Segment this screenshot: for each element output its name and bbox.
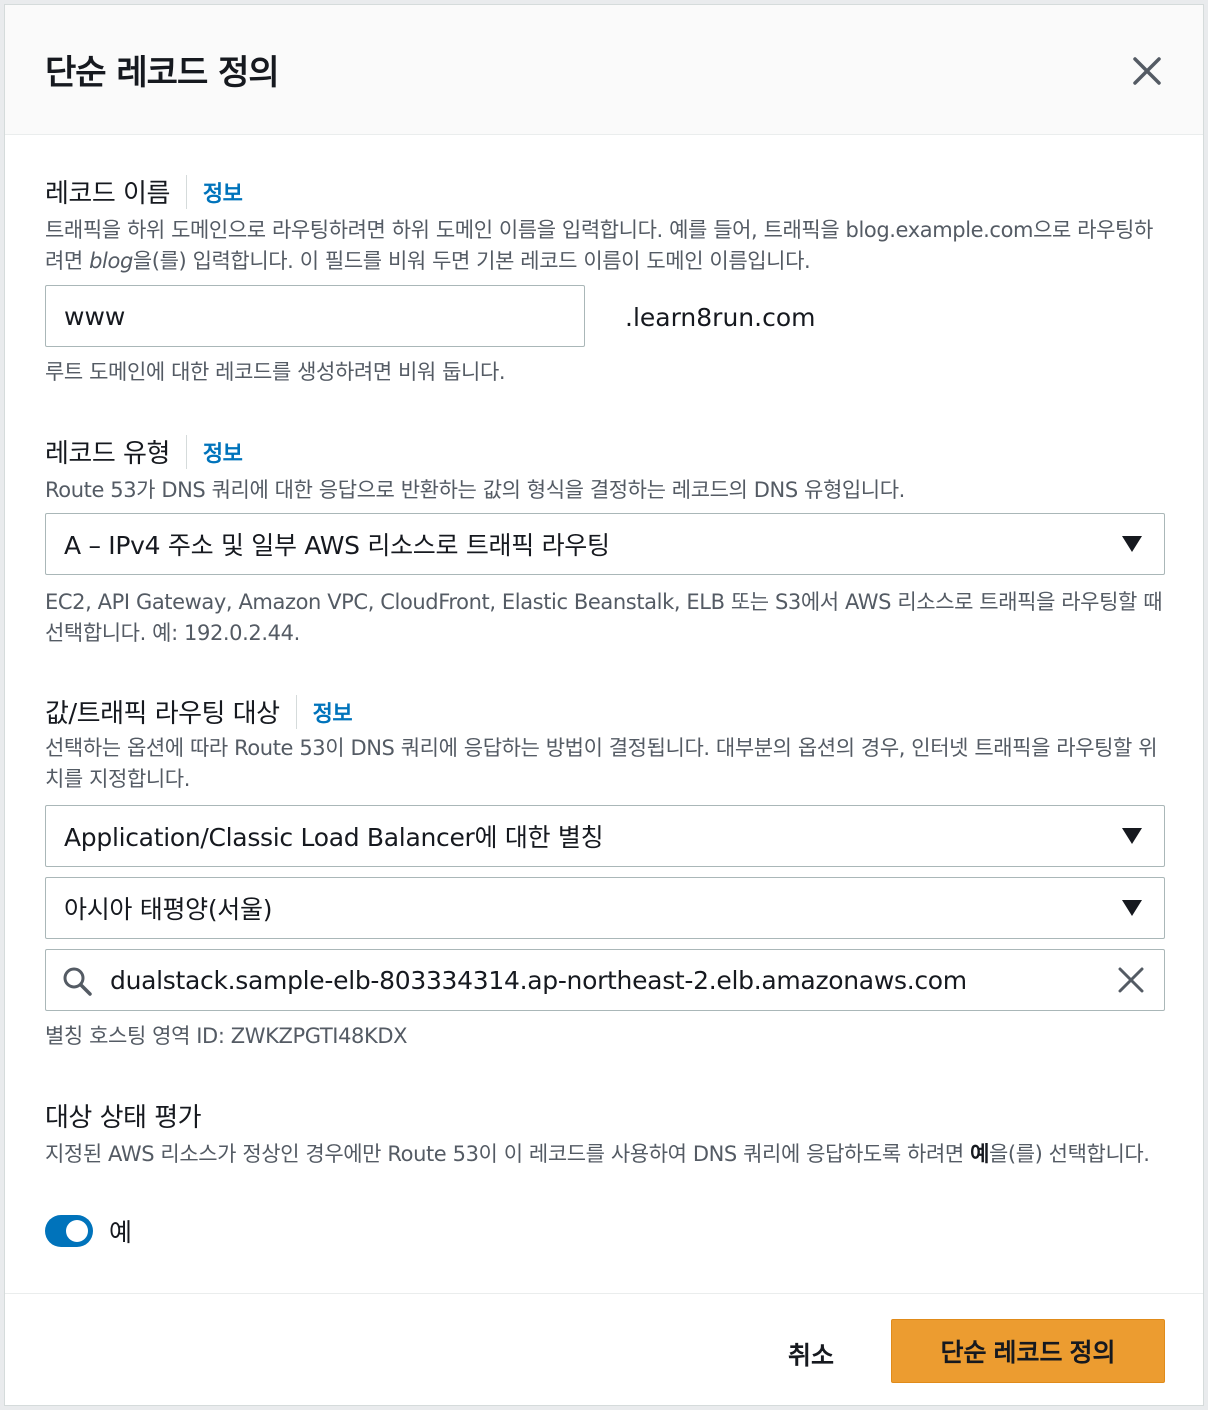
region-select[interactable]: 아시아 태평양(서울) bbox=[45, 877, 1165, 939]
divider bbox=[185, 434, 187, 469]
routing-target-label: 값/트래픽 라우팅 대상 정보 bbox=[45, 693, 353, 730]
domain-suffix: .learn8run.com bbox=[625, 303, 816, 332]
caret-down-icon bbox=[1122, 900, 1142, 916]
search-icon bbox=[63, 967, 92, 996]
cancel-button[interactable]: 취소 bbox=[763, 1323, 859, 1385]
define-simple-record-modal: 단순 레코드 정의 레코드 이름 정보 트래픽을 하위 도메인으로 라우팅하려면… bbox=[4, 4, 1204, 1406]
record-name-description: 트래픽을 하위 도메인으로 라우팅하려면 하위 도메인 이름을 입력합니다. 예… bbox=[45, 218, 1153, 273]
close-icon[interactable] bbox=[1127, 51, 1167, 91]
target-health-toggle[interactable] bbox=[45, 1215, 93, 1247]
toggle-knob bbox=[66, 1220, 88, 1242]
caret-down-icon bbox=[1122, 536, 1142, 552]
modal-title: 단순 레코드 정의 bbox=[45, 53, 280, 93]
record-name-info-link[interactable]: 정보 bbox=[203, 176, 243, 208]
divider bbox=[295, 694, 297, 729]
target-health-toggle-label: 예 bbox=[109, 1218, 133, 1247]
record-type-info-link[interactable]: 정보 bbox=[203, 436, 243, 468]
define-simple-record-button[interactable]: 단순 레코드 정의 bbox=[891, 1319, 1165, 1383]
record-type-hint: EC2, API Gateway, Amazon VPC, CloudFront… bbox=[45, 590, 1163, 645]
routing-target-info-link[interactable]: 정보 bbox=[313, 696, 353, 728]
target-health-label: 대상 상태 평가 bbox=[45, 1103, 202, 1133]
record-type-description: Route 53가 DNS 쿼리에 대한 응답으로 반환하는 값의 형식을 결정… bbox=[45, 478, 905, 502]
modal-header: 단순 레코드 정의 bbox=[5, 5, 1203, 135]
record-name-label: 레코드 이름 정보 bbox=[45, 173, 243, 210]
record-name-hint: 루트 도메인에 대한 레코드를 생성하려면 비워 둡니다. bbox=[45, 360, 506, 384]
endpoint-select[interactable]: Application/Classic Load Balancer에 대한 별칭 bbox=[45, 805, 1165, 867]
record-type-label: 레코드 유형 정보 bbox=[45, 433, 243, 470]
record-name-input[interactable]: www bbox=[45, 285, 585, 347]
divider bbox=[185, 174, 187, 209]
footer-divider bbox=[5, 1293, 1203, 1294]
hosted-zone-id: 별칭 호스팅 영역 ID: ZWKZPGTI48KDX bbox=[45, 1024, 408, 1048]
routing-target-description: 선택하는 옵션에 따라 Route 53이 DNS 쿼리에 응답하는 방법이 결… bbox=[45, 736, 1158, 791]
load-balancer-search-input[interactable]: dualstack.sample-elb-803334314.ap-northe… bbox=[45, 949, 1165, 1011]
record-type-select[interactable]: A – IPv4 주소 및 일부 AWS 리소스로 트래픽 라우팅 bbox=[45, 513, 1165, 575]
clear-icon[interactable] bbox=[1116, 965, 1146, 995]
caret-down-icon bbox=[1122, 828, 1142, 844]
target-health-description: 지정된 AWS 리소스가 정상인 경우에만 Route 53이 이 레코드를 사… bbox=[45, 1142, 1150, 1166]
